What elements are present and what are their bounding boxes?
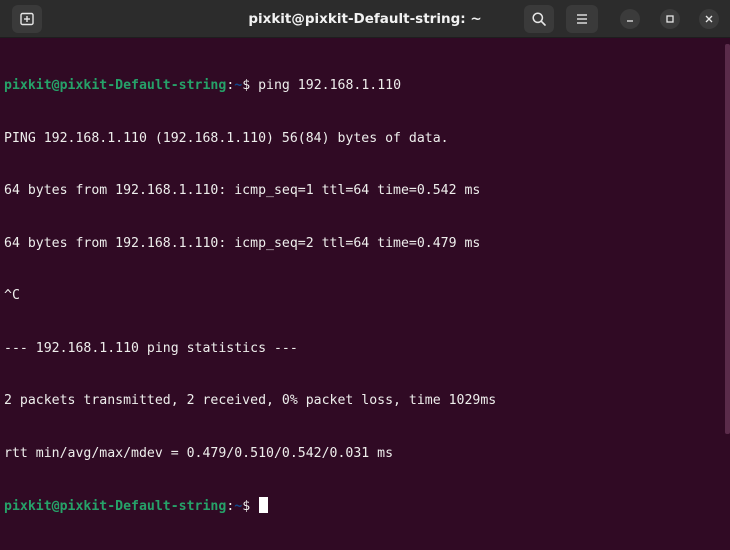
- new-tab-icon: [20, 12, 34, 26]
- prompt-symbol: $: [242, 78, 251, 93]
- search-button[interactable]: [524, 5, 554, 33]
- close-button[interactable]: [699, 9, 719, 29]
- prompt-user-host: pixkit@pixkit-Default-string: [4, 78, 227, 93]
- output-line: --- 192.168.1.110 ping statistics ---: [4, 340, 298, 356]
- prompt-path: ~: [234, 499, 243, 514]
- hamburger-menu-icon: [577, 14, 587, 24]
- scrollbar[interactable]: [725, 44, 730, 434]
- output-line: 64 bytes from 192.168.1.110: icmp_seq=2 …: [4, 235, 481, 251]
- minimize-icon: [627, 20, 633, 22]
- output-line: ^C: [4, 288, 20, 303]
- prompt-colon: :: [226, 499, 235, 514]
- prompt-symbol: $: [242, 499, 259, 514]
- command-text: ping 192.168.1.110: [250, 78, 402, 93]
- text-cursor: [259, 497, 269, 513]
- search-icon: [532, 12, 546, 26]
- minimize-button[interactable]: [620, 9, 640, 29]
- output-line: rtt min/avg/max/mdev = 0.479/0.510/0.542…: [4, 445, 394, 461]
- terminal-output[interactable]: pixkit@pixkit-Default-string:~$ ping 192…: [0, 38, 724, 514]
- output-line: PING 192.168.1.110 (192.168.1.110) 56(84…: [4, 130, 449, 146]
- new-tab-button[interactable]: [12, 5, 42, 33]
- close-icon: [705, 15, 713, 23]
- window-title: pixkit@pixkit-Default-string: ~: [248, 11, 482, 27]
- prompt-line: pixkit@pixkit-Default-string:~$ ping 192…: [4, 77, 724, 95]
- prompt-user-host: pixkit@pixkit-Default-string: [4, 499, 227, 514]
- title-bar[interactable]: pixkit@pixkit-Default-string: ~: [0, 0, 730, 38]
- prompt-line: pixkit@pixkit-Default-string:~$: [4, 497, 724, 515]
- maximize-button[interactable]: [660, 9, 680, 29]
- maximize-icon: [666, 15, 674, 23]
- output-line: 2 packets transmitted, 2 received, 0% pa…: [4, 393, 497, 408]
- terminal-window: pixkit@pixkit-Default-string: ~ pixkit@p…: [0, 0, 730, 514]
- menu-button[interactable]: [566, 5, 598, 33]
- output-line: 64 bytes from 192.168.1.110: icmp_seq=1 …: [4, 183, 481, 198]
